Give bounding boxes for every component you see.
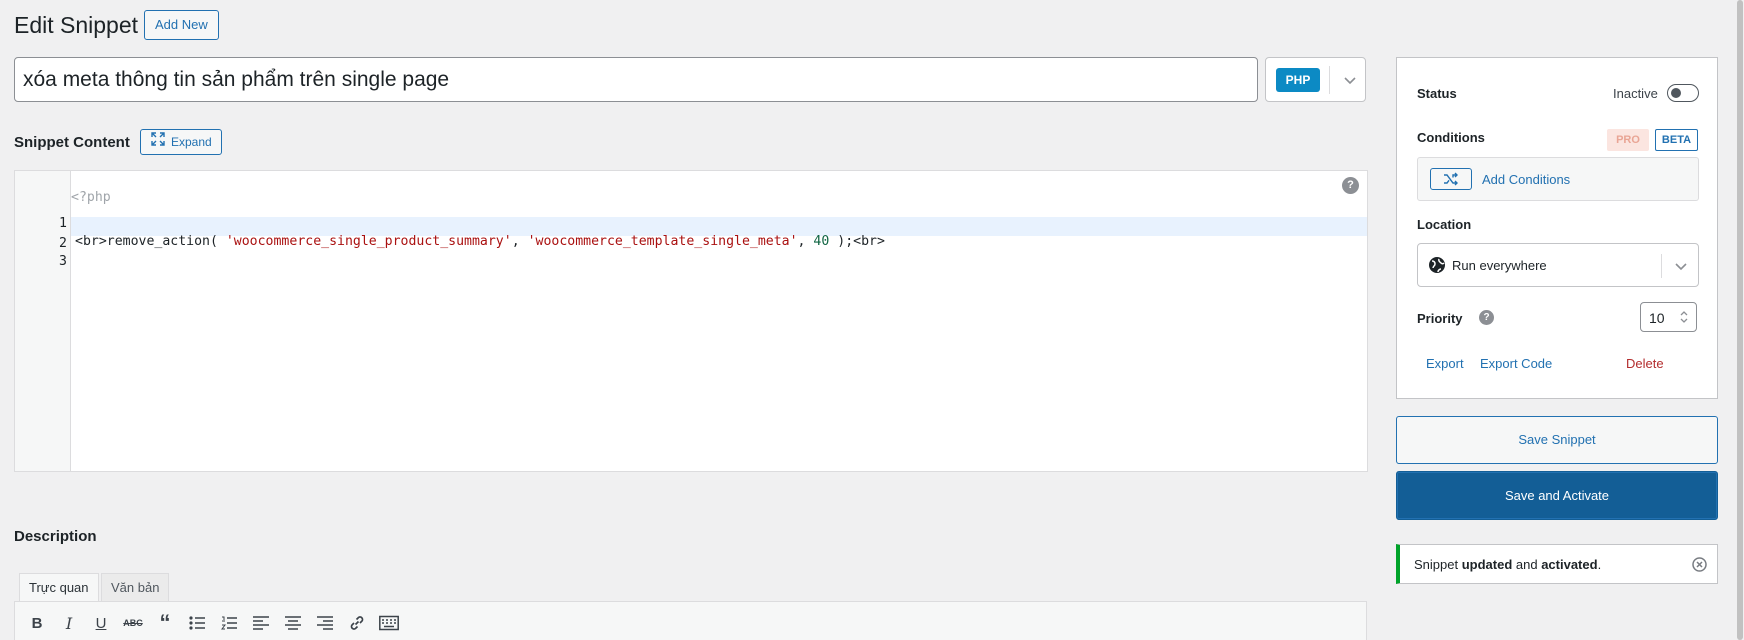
bold-icon[interactable]: B bbox=[26, 612, 48, 634]
bullet-list-icon[interactable] bbox=[186, 612, 208, 634]
blockquote-icon[interactable]: “ bbox=[154, 610, 176, 635]
add-conditions-button[interactable]: Add Conditions bbox=[1417, 157, 1699, 201]
dismiss-icon[interactable] bbox=[1692, 557, 1707, 572]
location-select[interactable]: Run everywhere bbox=[1417, 243, 1699, 287]
link-icon[interactable] bbox=[346, 612, 368, 634]
priority-label: Priority bbox=[1417, 311, 1463, 326]
expand-icon bbox=[151, 130, 165, 154]
snippet-settings-panel: Status Inactive Conditions PRO BETA Add … bbox=[1396, 57, 1718, 399]
beta-badge: BETA bbox=[1655, 129, 1698, 151]
align-right-icon[interactable] bbox=[314, 612, 336, 634]
location-label: Location bbox=[1417, 217, 1472, 232]
location-divider bbox=[1661, 254, 1662, 278]
notice-text: Snippet updated and activated. bbox=[1414, 557, 1602, 572]
editor-toolbar: B I U ABC “ bbox=[14, 601, 1367, 640]
chevron-down-icon[interactable] bbox=[1672, 256, 1690, 276]
help-icon[interactable]: ? bbox=[1479, 310, 1494, 325]
tab-text[interactable]: Văn bản bbox=[101, 573, 170, 601]
priority-input[interactable]: 10 bbox=[1640, 302, 1697, 332]
numbered-list-icon[interactable] bbox=[218, 612, 240, 634]
save-snippet-button[interactable]: Save Snippet bbox=[1396, 416, 1718, 464]
description-label: Description bbox=[14, 528, 97, 545]
export-code-link[interactable]: Export Code bbox=[1480, 355, 1552, 373]
expand-button[interactable]: Expand bbox=[140, 129, 222, 155]
help-icon[interactable]: ? bbox=[1342, 177, 1359, 194]
page-title: Edit Snippet bbox=[14, 12, 139, 38]
italic-icon[interactable]: I bbox=[58, 612, 80, 634]
snippet-title-input[interactable] bbox=[14, 57, 1258, 102]
location-value: Run everywhere bbox=[1452, 258, 1547, 273]
add-new-button[interactable]: Add New bbox=[144, 10, 219, 40]
underline-icon[interactable]: U bbox=[90, 612, 112, 634]
tab-visual[interactable]: Trực quan bbox=[19, 573, 99, 602]
delete-link[interactable]: Delete bbox=[1626, 355, 1664, 373]
status-label: Status bbox=[1417, 86, 1457, 101]
pro-badge: PRO bbox=[1607, 129, 1649, 151]
code-line[interactable]: 2 bbox=[15, 217, 1367, 251]
align-center-icon[interactable] bbox=[282, 612, 304, 634]
code-line[interactable]: 1 <br>remove_action( 'woocommerce_single… bbox=[15, 197, 1367, 249]
globe-icon bbox=[1428, 256, 1446, 274]
add-conditions-label: Add Conditions bbox=[1482, 172, 1571, 187]
line-number: 3 bbox=[59, 254, 67, 269]
stepper-icon[interactable] bbox=[1677, 307, 1691, 327]
shuffle-icon[interactable] bbox=[1430, 168, 1472, 190]
expand-label: Expand bbox=[171, 135, 212, 149]
code-editor[interactable]: <?php 1 <br>remove_action( 'woocommerce_… bbox=[14, 170, 1368, 472]
export-link[interactable]: Export bbox=[1426, 355, 1464, 373]
success-notice: Snippet updated and activated. bbox=[1396, 544, 1718, 584]
page-scrollbar[interactable] bbox=[1736, 0, 1744, 640]
toggle-knob bbox=[1671, 88, 1681, 98]
keyboard-icon[interactable] bbox=[378, 612, 400, 634]
save-and-activate-button[interactable]: Save and Activate bbox=[1396, 471, 1718, 520]
align-left-icon[interactable] bbox=[250, 612, 272, 634]
code-open-tag-line: <?php bbox=[15, 171, 1367, 205]
language-selector[interactable]: PHP bbox=[1265, 57, 1366, 102]
scrollbar-thumb[interactable] bbox=[1737, 0, 1743, 640]
status-toggle[interactable] bbox=[1667, 84, 1699, 102]
strikethrough-icon[interactable]: ABC bbox=[122, 612, 144, 634]
chevron-down-icon[interactable] bbox=[1340, 68, 1360, 92]
language-divider bbox=[1329, 66, 1330, 94]
status-value: Inactive bbox=[1613, 86, 1658, 101]
language-badge: PHP bbox=[1276, 68, 1320, 92]
code-line[interactable]: 3 bbox=[15, 235, 1367, 269]
priority-value: 10 bbox=[1649, 310, 1665, 326]
conditions-label: Conditions bbox=[1417, 130, 1485, 145]
snippet-content-label: Snippet Content bbox=[14, 134, 130, 151]
